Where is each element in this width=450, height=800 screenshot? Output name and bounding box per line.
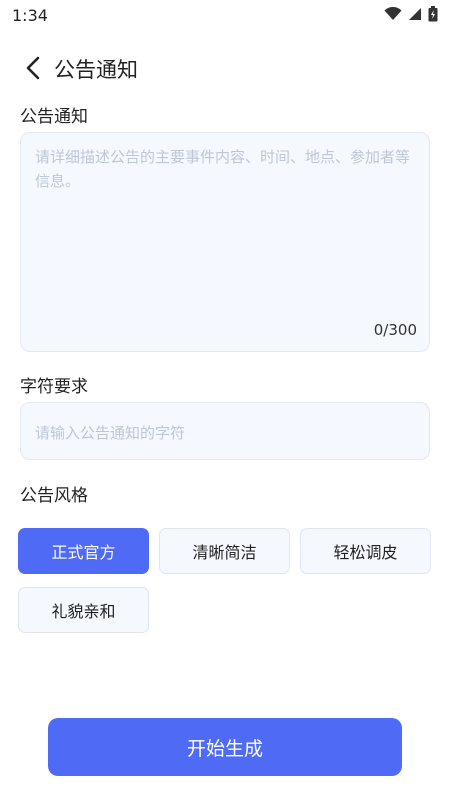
chars-label: 字符要求 xyxy=(20,377,88,397)
char-counter: 0/300 xyxy=(373,321,417,339)
status-icons xyxy=(384,6,438,22)
style-option-polite[interactable]: 礼貌亲和 xyxy=(18,587,149,633)
style-option-concise[interactable]: 清晰简洁 xyxy=(159,528,290,574)
wifi-icon xyxy=(384,7,402,20)
back-button[interactable] xyxy=(18,53,48,83)
cellular-signal-icon xyxy=(409,8,421,20)
header: 公告通知 xyxy=(0,45,450,90)
style-option-playful[interactable]: 轻松调皮 xyxy=(300,528,431,574)
generate-button[interactable]: 开始生成 xyxy=(48,718,402,776)
style-option-formal[interactable]: 正式官方 xyxy=(18,528,149,574)
notice-field[interactable]: 0/300 xyxy=(20,132,430,352)
chars-field[interactable] xyxy=(20,402,430,460)
status-time: 1:34 xyxy=(12,6,48,25)
notice-textarea[interactable] xyxy=(33,143,422,317)
battery-icon xyxy=(428,6,438,22)
style-label: 公告风格 xyxy=(20,486,88,506)
page-title: 公告通知 xyxy=(54,58,138,82)
status-bar: 1:34 xyxy=(0,0,450,32)
notice-label: 公告通知 xyxy=(20,107,88,127)
chars-input[interactable] xyxy=(33,417,417,449)
chevron-left-icon xyxy=(26,56,40,80)
